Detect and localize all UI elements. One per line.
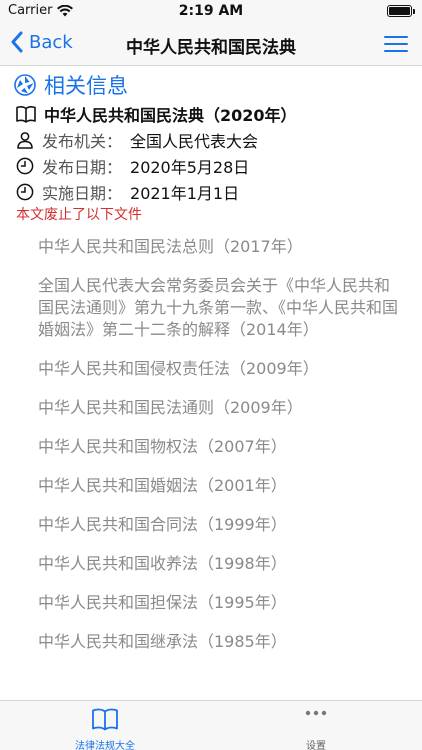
tab-bar: 法律法规大全 设置 [0,700,422,750]
list-item[interactable]: 中华人民共和国婚姻法（2001年） [38,475,398,497]
tab-laws-label: 法律法规大全 [75,741,135,750]
page-title: 中华人民共和国民法典 [126,38,296,58]
clock-icon [16,183,34,201]
aperture-icon [14,74,36,96]
issuer-value: 全国人民代表大会 [130,132,259,151]
clock-icon [16,157,34,175]
person-icon [17,132,33,149]
effective-date-value: 2021年1月1日 [130,184,240,203]
list-item[interactable]: 中华人民共和国民法总则（2017年） [38,236,398,258]
list-item[interactable]: 中华人民共和国合同法（1999年） [38,514,398,536]
list-item[interactable]: 中华人民共和国物权法（2007年） [38,436,398,458]
content-area: 相关信息 中华人民共和国民法典（2020年） 发布机关： 全国人民代表大会 发布… [0,66,422,700]
list-item[interactable]: 中华人民共和国收养法（1998年） [38,553,398,575]
battery-fill [389,7,410,15]
battery-icon [387,5,415,17]
publish-date-row: 发布日期： 2020年5月28日 [16,154,249,178]
publish-date-label: 发布日期： [42,158,123,177]
status-time: 2:19 AM [178,3,244,19]
section-header: 相关信息 [14,70,128,100]
tab-settings-label: 设置 [306,741,326,750]
effective-date-row: 实施日期： 2021年1月1日 [16,180,239,204]
list-item[interactable]: 中华人民共和国侵权责任法（2009年） [38,358,398,380]
hamburger-menu-icon[interactable] [384,36,408,52]
tab-laws[interactable]: 法律法规大全 [45,707,165,750]
status-bar: Carrier 2:19 AM [0,0,422,22]
effective-date-label: 实施日期： [42,184,123,203]
list-item[interactable]: 中华人民共和国民法通则（2009年） [38,397,398,419]
book-icon [92,708,118,731]
list-item[interactable]: 全国人民代表大会常务委员会关于《中华人民共和国民法通则》第九十九条第一款、《中华… [38,275,398,341]
repealed-documents-list: 中华人民共和国民法总则（2017年） 全国人民代表大会常务委员会关于《中华人民共… [38,236,398,670]
tab-settings[interactable]: 设置 [256,707,376,750]
book-icon [16,106,36,123]
doc-title: 中华人民共和国民法典（2020年） [44,106,297,125]
list-item[interactable]: 中华人民共和国继承法（1985年） [38,631,398,653]
issuer-row: 发布机关： 全国人民代表大会 [16,128,258,152]
publish-date-value: 2020年5月28日 [130,158,250,177]
doc-title-row: 中华人民共和国民法典（2020年） [16,102,297,126]
issuer-label: 发布机关： [42,132,123,151]
list-item[interactable]: 中华人民共和国担保法（1995年） [38,592,398,614]
section-title: 相关信息 [44,74,128,98]
more-dots-icon [305,710,327,716]
repeal-note: 本文废止了以下文件 [16,207,142,223]
navigation-bar: Back 中华人民共和国民法典 [0,22,422,66]
